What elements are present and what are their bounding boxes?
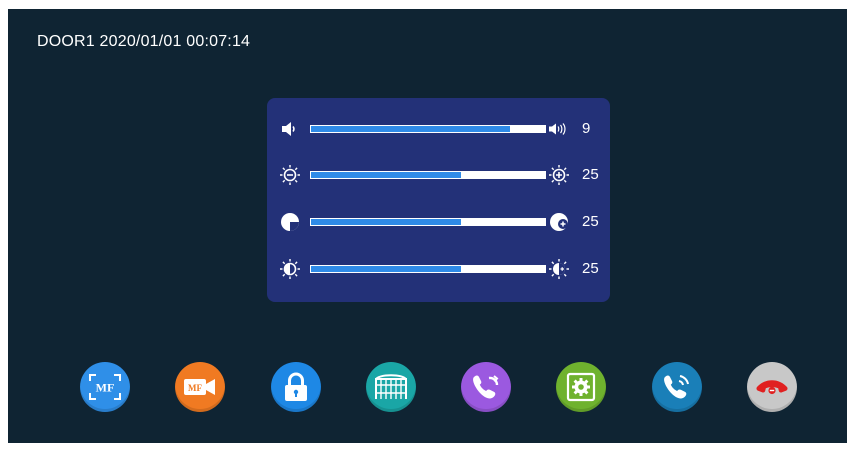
- contrast-value: 25: [582, 260, 599, 277]
- video-screen: DOOR1 2020/01/01 00:07:14 9 25 25 25 MF …: [8, 9, 847, 443]
- contrast-low-icon[interactable]: [279, 258, 301, 280]
- color-value: 25: [582, 213, 599, 230]
- door-timestamp: DOOR1 2020/01/01 00:07:14: [37, 33, 251, 50]
- svg-text:MF: MF: [188, 383, 202, 393]
- call-button[interactable]: [652, 362, 702, 412]
- svg-text:MF: MF: [96, 381, 115, 395]
- snapshot-mf-button[interactable]: MF: [80, 362, 130, 412]
- color-plus-icon[interactable]: [548, 211, 570, 233]
- contrast-high-icon[interactable]: [548, 258, 570, 280]
- brightness-row: 25: [267, 164, 610, 186]
- mf-video-icon: MF: [184, 379, 215, 395]
- lock-icon: [285, 372, 307, 401]
- transfer-call-button[interactable]: [461, 362, 511, 412]
- phone-call-icon: [664, 375, 689, 399]
- volume-slider[interactable]: [310, 125, 546, 133]
- contrast-slider[interactable]: [310, 265, 546, 273]
- brightness-value: 25: [582, 166, 599, 183]
- record-mf-button[interactable]: MF: [175, 362, 225, 412]
- volume-row: 9: [267, 118, 610, 140]
- settings-icon: [566, 372, 596, 402]
- brightness-slider[interactable]: [310, 171, 546, 179]
- hangup-button[interactable]: [747, 362, 797, 412]
- color-minus-icon[interactable]: [279, 211, 301, 233]
- brightness-plus-icon[interactable]: [548, 164, 570, 186]
- contrast-row: 25: [267, 258, 610, 280]
- color-row: 25: [267, 211, 610, 233]
- brightness-minus-icon[interactable]: [279, 164, 301, 186]
- volume-value: 9: [582, 120, 591, 137]
- speaker-low-icon[interactable]: [279, 118, 301, 140]
- mf-scan-icon: MF: [89, 374, 121, 400]
- gate-button[interactable]: [366, 362, 416, 412]
- control-bar: MF MF: [8, 362, 847, 414]
- phone-transfer-icon: [473, 375, 499, 399]
- gate-icon: [375, 374, 407, 399]
- speaker-high-icon[interactable]: [548, 118, 570, 140]
- color-slider[interactable]: [310, 218, 546, 226]
- hangup-icon: [756, 380, 788, 395]
- unlock-button[interactable]: [271, 362, 321, 412]
- settings-button[interactable]: [556, 362, 606, 412]
- adjustment-panel: 9 25 25 25: [267, 98, 610, 302]
